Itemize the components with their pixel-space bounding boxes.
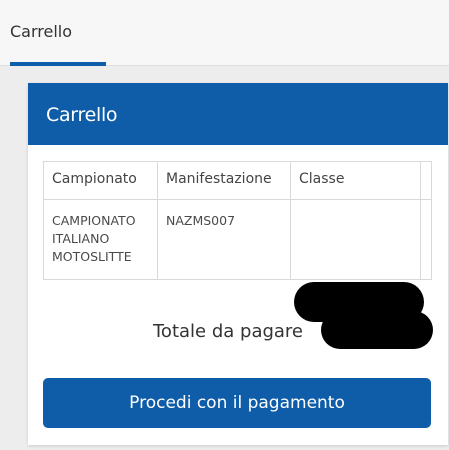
column-header-manifestazione: Manifestazione bbox=[157, 161, 291, 200]
cart-table: Campionato Manifestazione Classe CAMPION… bbox=[43, 161, 432, 280]
cart-card-title: Carrello bbox=[46, 104, 118, 126]
cell-campionato: CAMPIONATO ITALIANO MOTOSLITTE bbox=[43, 199, 158, 280]
cell-campionato-line: MOTOSLITTE bbox=[52, 249, 132, 265]
tab-carrello[interactable]: Carrello bbox=[10, 22, 72, 41]
cell-classe bbox=[290, 199, 421, 280]
cell-extra bbox=[420, 199, 432, 280]
cart-card: Carrello Campionato Manifestazione Class… bbox=[28, 83, 448, 445]
cell-campionato-line: ITALIANO bbox=[52, 231, 110, 247]
cell-campionato-line: CAMPIONATO bbox=[52, 213, 136, 228]
column-header-classe: Classe bbox=[290, 161, 421, 200]
total-label: Totale da pagare bbox=[153, 321, 304, 342]
table-header-row: Campionato Manifestazione Classe bbox=[43, 161, 432, 200]
column-header-extra bbox=[420, 161, 432, 200]
cell-manifestazione: NAZMS007 bbox=[157, 199, 291, 280]
table-row: CAMPIONATO ITALIANO MOTOSLITTE NAZMS007 bbox=[43, 199, 432, 280]
top-tab-bar: Carrello bbox=[0, 0, 449, 66]
column-header-campionato: Campionato bbox=[43, 161, 158, 200]
proceed-to-payment-button[interactable]: Procedi con il pagamento bbox=[43, 378, 431, 428]
active-tab-indicator bbox=[10, 62, 106, 66]
redacted-total-value bbox=[321, 311, 433, 349]
cart-card-header: Carrello bbox=[28, 83, 448, 145]
